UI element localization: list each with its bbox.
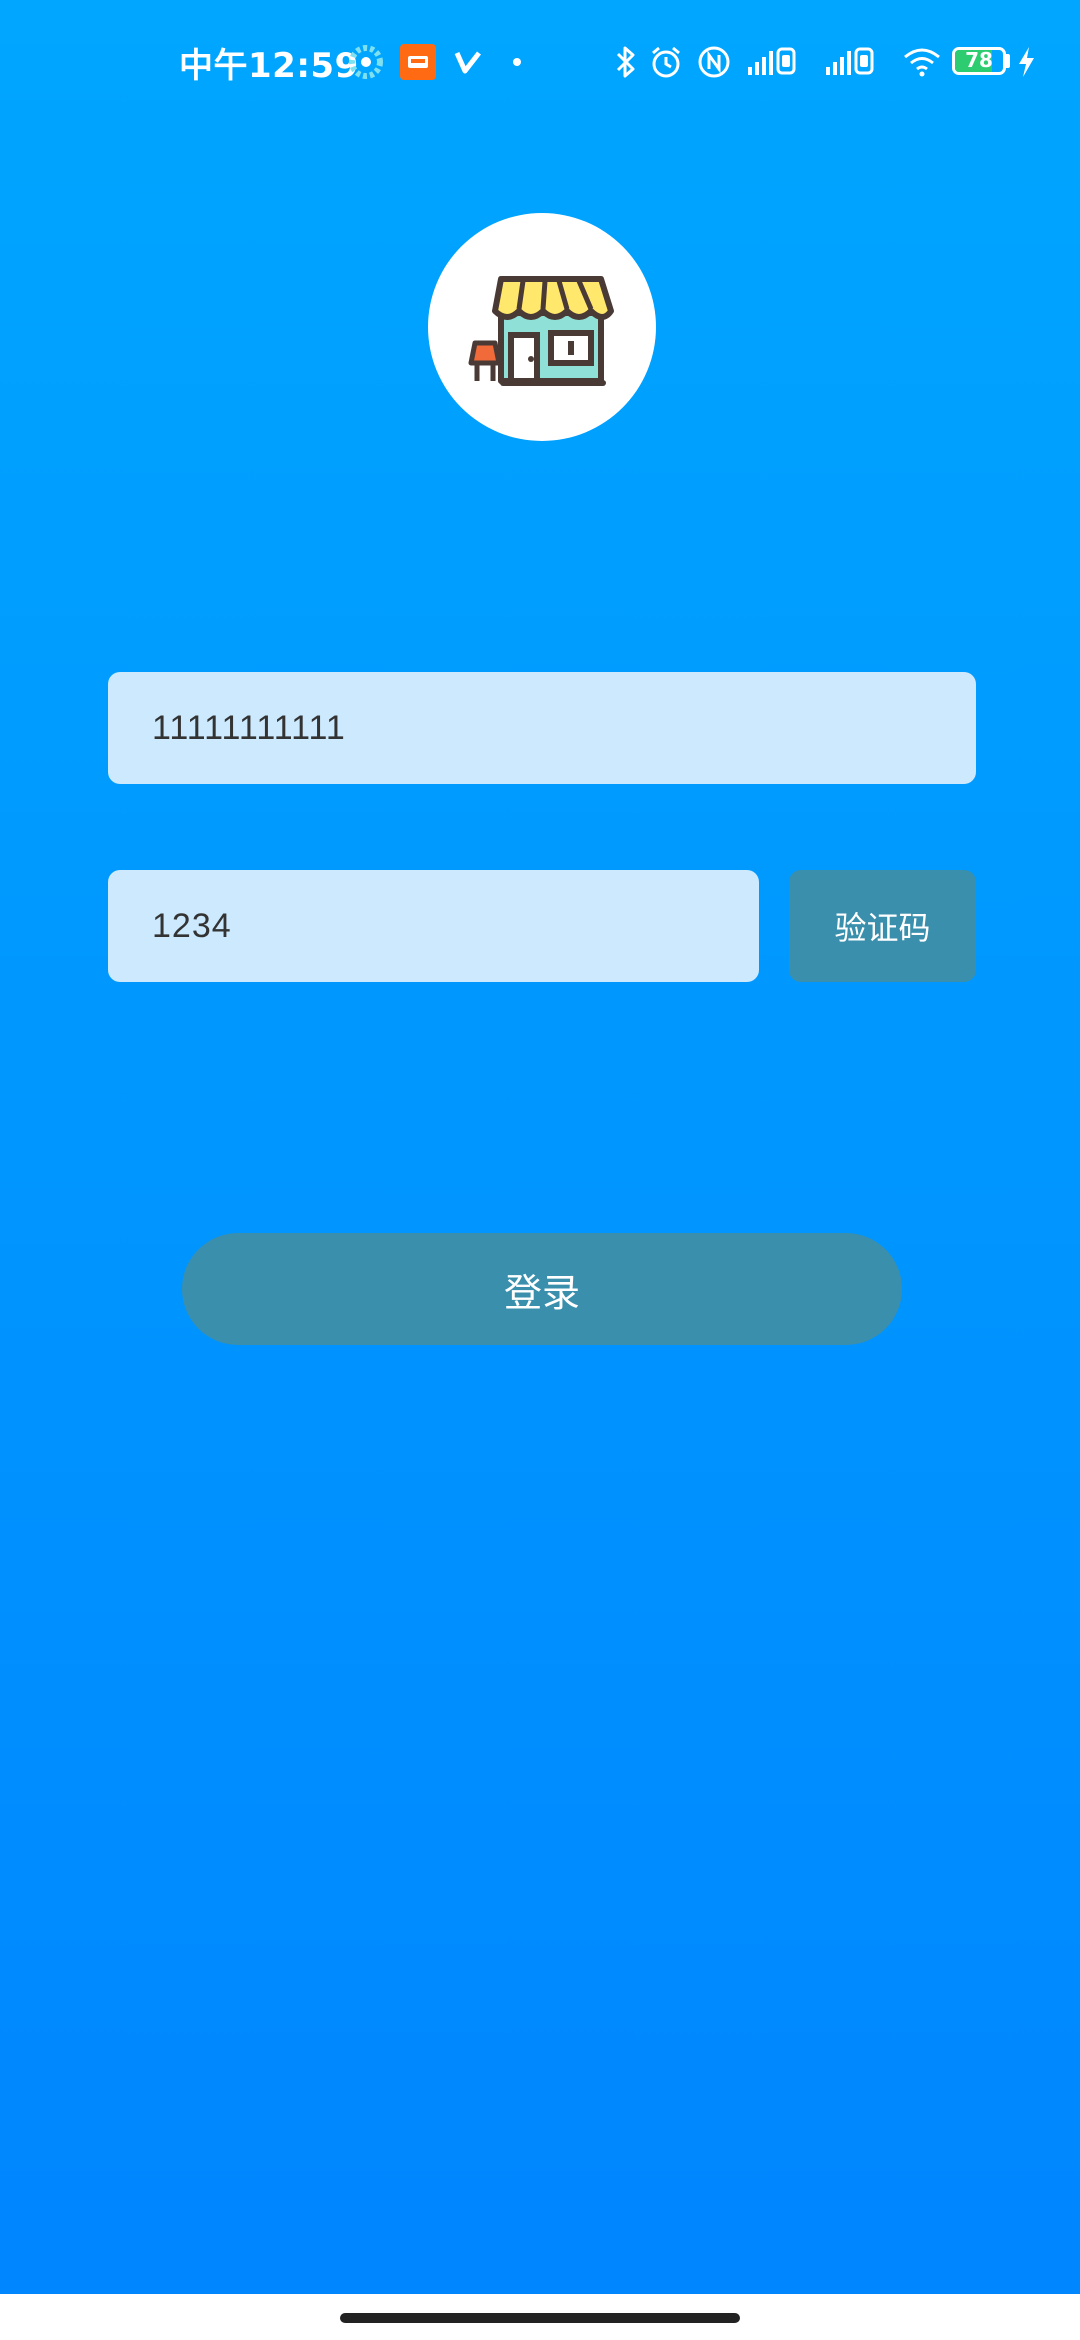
nfc-icon	[694, 42, 734, 82]
status-bar: 中午12:59 78	[0, 0, 1080, 125]
phone-input[interactable]	[150, 707, 976, 749]
verification-code-field[interactable]	[108, 870, 759, 982]
orange-app-icon	[398, 42, 438, 82]
phone-field[interactable]	[108, 672, 976, 784]
signal-sim2-icon	[822, 42, 892, 82]
status-time: 中午12:59	[179, 46, 359, 86]
check-mark-icon	[448, 42, 488, 82]
verification-code-input[interactable]	[150, 905, 759, 947]
login-screen: 中午12:59 78 11111111111 1234 验证码 登录	[0, 0, 1080, 2340]
storefront-icon	[467, 255, 617, 399]
login-button[interactable]: 登录	[182, 1233, 902, 1345]
bluetooth-icon	[606, 42, 646, 82]
battery-icon: 78	[952, 47, 1006, 75]
battery-level-text: 78	[965, 48, 993, 72]
wifi-icon	[900, 42, 944, 82]
alarm-icon	[646, 42, 686, 82]
home-indicator[interactable]	[340, 2313, 740, 2323]
dot-icon	[497, 42, 537, 82]
get-code-button[interactable]: 验证码	[789, 870, 976, 982]
signal-sim1-icon	[744, 42, 814, 82]
charging-bolt-icon	[1014, 42, 1038, 82]
app-logo	[428, 213, 656, 441]
pinwheel-app-icon	[346, 42, 386, 82]
battery-cap	[1006, 54, 1010, 68]
